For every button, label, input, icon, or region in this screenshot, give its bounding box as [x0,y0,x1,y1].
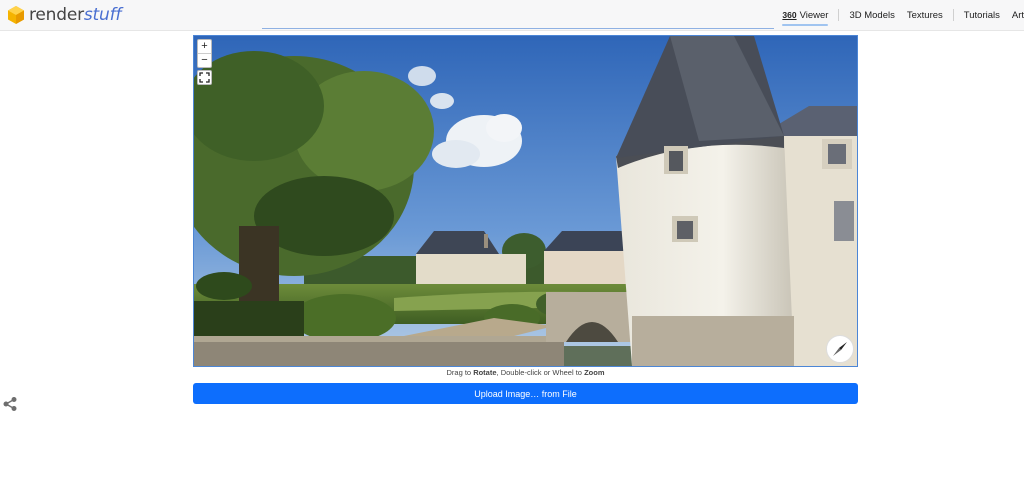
compass-button[interactable] [826,335,854,363]
fullscreen-button[interactable] [197,70,212,85]
nav-separator [838,9,840,21]
nav-art[interactable]: Art [1006,10,1024,21]
fullscreen-icon [199,72,210,83]
header-progress-line [262,28,774,29]
upload-image-button[interactable]: Upload Image… from File [193,383,858,404]
nav-separator [952,9,954,21]
active-nav-underline [782,23,829,26]
panorama-image [194,36,857,366]
share-icon[interactable] [2,396,18,412]
zoom-control: + − [197,39,212,68]
main-nav: 360 Viewer 3D Models Textures Tutorials A… [776,0,1024,30]
nav-tutorials[interactable]: Tutorials [958,10,1006,21]
top-header: renderstuff 360 Viewer 3D Models Textures… [0,0,1024,31]
compass-needle-icon [833,342,847,356]
logo-text-render: render [29,5,84,25]
hint-text-pre: Drag to [446,368,474,377]
panorama-viewer[interactable]: + − [193,35,858,367]
logo[interactable]: renderstuff [6,4,121,26]
viewer-hint: Drag to Rotate, Double-click or Wheel to… [193,368,858,377]
logo-text-stuff: stuff [83,5,122,25]
nav-360-glyph: 360 [782,9,797,20]
nav-3d-models[interactable]: 3D Models [843,10,900,21]
logo-cube-icon [8,6,24,24]
logo-text: renderstuff [29,5,121,25]
zoom-in-button[interactable]: + [198,40,211,53]
hint-rotate: Rotate [473,368,497,377]
nav-viewer-label: Viewer [799,9,829,21]
hint-text-mid: , Double-click or Wheel to [496,368,585,377]
hint-zoom: Zoom [584,368,605,377]
nav-360-viewer[interactable]: 360 Viewer [776,9,834,26]
nav-textures[interactable]: Textures [901,10,949,21]
zoom-out-button[interactable]: − [198,53,211,67]
